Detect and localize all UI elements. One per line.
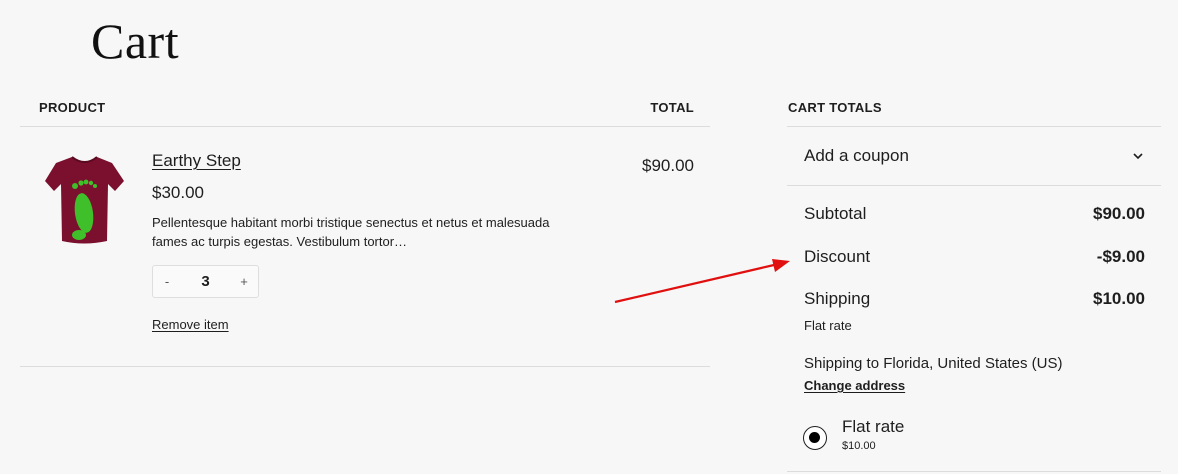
increase-quantity-button[interactable]: + <box>230 274 258 289</box>
tshirt-footprint-icon <box>45 156 124 244</box>
cart-items-table: PRODUCT TOTAL Earthy Step $30.00 Pellent… <box>20 90 710 367</box>
subtotal-row: Subtotal $90.00 <box>804 204 1145 224</box>
shipping-destination: Shipping to Florida, United States (US) <box>804 355 1063 372</box>
quantity-stepper: - 3 + <box>152 265 259 298</box>
discount-value: -$9.00 <box>1096 247 1145 266</box>
cart-item-row: Earthy Step $30.00 Pellentesque habitant… <box>20 127 710 367</box>
page-title: Cart <box>91 13 180 69</box>
remove-item-link[interactable]: Remove item <box>152 317 229 332</box>
subtotal-value: $90.00 <box>1093 204 1145 223</box>
chevron-down-icon <box>1133 153 1143 160</box>
item-details: Earthy Step $30.00 Pellentesque habitant… <box>152 151 592 334</box>
product-image[interactable] <box>42 151 126 251</box>
shipping-value: $10.00 <box>1093 289 1145 308</box>
line-total: $90.00 <box>642 156 694 175</box>
product-column-header: PRODUCT <box>39 99 106 115</box>
shipping-method: Flat rate <box>804 318 852 333</box>
coupon-label: Add a coupon <box>804 146 909 165</box>
flat-rate-radio[interactable] <box>803 426 827 450</box>
subtotal-label: Subtotal <box>804 204 867 223</box>
product-description: Pellentesque habitant morbi tristique se… <box>152 215 550 249</box>
divider <box>787 471 1161 472</box>
quantity-input[interactable]: 3 <box>186 273 226 290</box>
cart-totals-panel: CART TOTALS Add a coupon Subtotal $90.00… <box>787 90 1161 472</box>
table-header: PRODUCT TOTAL <box>20 90 710 127</box>
shipping-row: Shipping $10.00 <box>804 289 1145 309</box>
unit-price: $30.00 <box>152 183 204 202</box>
product-name-link[interactable]: Earthy Step <box>152 151 241 171</box>
decrease-quantity-button[interactable]: - <box>153 274 181 289</box>
total-column-header: TOTAL <box>650 99 694 115</box>
rate-option-name[interactable]: Flat rate <box>842 417 904 437</box>
discount-row: Discount -$9.00 <box>804 247 1145 267</box>
add-coupon-toggle[interactable]: Add a coupon <box>787 127 1161 186</box>
cart-totals-header: CART TOTALS <box>787 90 1161 127</box>
change-address-link[interactable]: Change address <box>804 378 905 393</box>
discount-label: Discount <box>804 247 871 266</box>
rate-option-price: $10.00 <box>842 440 876 452</box>
shipping-label: Shipping <box>804 289 871 308</box>
